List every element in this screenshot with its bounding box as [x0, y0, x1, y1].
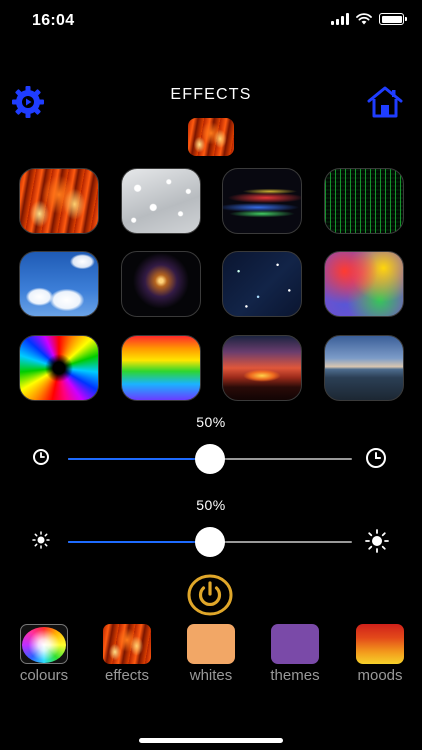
- effect-tile-rainbow-gradient[interactable]: [121, 335, 201, 401]
- speed-slider[interactable]: [68, 444, 352, 474]
- effect-tile-coast[interactable]: [324, 335, 404, 401]
- speed-percent-label: 50%: [196, 414, 226, 430]
- status-time: 16:04: [32, 12, 75, 29]
- colour-wheel-icon: [20, 624, 68, 664]
- tab-themes[interactable]: themes: [253, 624, 337, 684]
- effect-tile-firework[interactable]: [121, 251, 201, 317]
- tab-label: effects: [105, 667, 149, 684]
- effect-tile-fire[interactable]: [19, 168, 99, 234]
- tab-label: colours: [19, 667, 69, 684]
- home-indicator[interactable]: [139, 738, 283, 743]
- tab-label: whites: [189, 667, 233, 684]
- wifi-icon: [356, 13, 372, 25]
- status-bar: 16:04: [0, 0, 422, 44]
- effect-tile-blue-sky[interactable]: [19, 251, 99, 317]
- clock-small-icon: [33, 449, 49, 465]
- power-icon[interactable]: [187, 574, 233, 616]
- effect-tile-colour-blur[interactable]: [324, 251, 404, 317]
- brightness-slider-fill: [68, 541, 210, 543]
- tab-whites[interactable]: whites: [169, 624, 253, 684]
- tab-colours[interactable]: colours: [2, 624, 86, 684]
- whites-swatch-icon: [187, 624, 235, 664]
- cellular-signal-icon: [331, 13, 349, 25]
- battery-icon: [379, 13, 407, 25]
- effect-tile-light-waves[interactable]: [222, 168, 302, 234]
- speed-slider-row: [0, 444, 422, 474]
- page-title: EFFECTS: [170, 86, 252, 103]
- bottom-tab-bar: colours effects whites themes moods: [0, 624, 422, 694]
- themes-swatch-icon: [271, 624, 319, 664]
- clock-large-icon: [366, 448, 386, 468]
- tab-effects[interactable]: effects: [85, 624, 169, 684]
- current-effect-preview: [188, 118, 234, 156]
- speed-slider-thumb[interactable]: [195, 444, 225, 474]
- speed-slider-fill: [68, 458, 210, 460]
- tab-label: moods: [357, 667, 403, 684]
- effect-tile-starry-night[interactable]: [222, 251, 302, 317]
- effect-tile-sunset[interactable]: [222, 335, 302, 401]
- sun-large-icon: [365, 529, 389, 553]
- moods-swatch-icon: [356, 624, 404, 664]
- effects-fire-icon: [103, 624, 151, 664]
- sun-small-icon: [32, 531, 50, 549]
- effect-tile-matrix[interactable]: [324, 168, 404, 234]
- brightness-percent-label: 50%: [196, 497, 226, 513]
- effect-tile-rainbow-swirl[interactable]: [19, 335, 99, 401]
- header: EFFECTS: [0, 80, 422, 120]
- brightness-slider-row: [0, 527, 422, 557]
- tab-label: themes: [270, 667, 320, 684]
- brightness-slider-thumb[interactable]: [195, 527, 225, 557]
- status-icons: [331, 13, 407, 25]
- tab-moods[interactable]: moods: [338, 624, 422, 684]
- effect-tile-water-drops[interactable]: [121, 168, 201, 234]
- brightness-slider[interactable]: [68, 527, 352, 557]
- home-icon[interactable]: [366, 84, 404, 120]
